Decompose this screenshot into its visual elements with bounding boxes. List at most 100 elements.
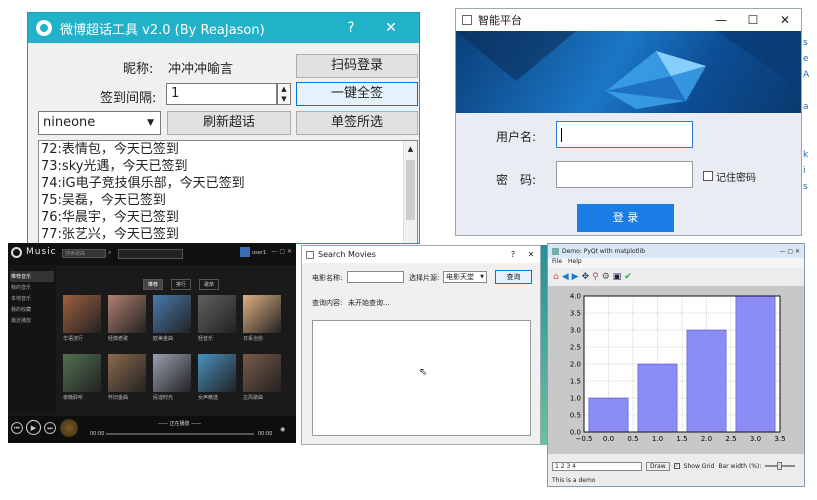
sidebar-item[interactable]: 本地音乐 xyxy=(10,293,54,304)
password-input[interactable] xyxy=(556,161,693,188)
playlist-tile[interactable]: 古风歌曲 xyxy=(243,354,283,401)
sign-all-button[interactable]: 一键全签 xyxy=(296,82,418,106)
side-links: seAakis xyxy=(803,38,810,192)
save-icon[interactable]: ▣ xyxy=(613,272,622,282)
source-select-value: 电影天堂 xyxy=(446,273,474,281)
configure-icon[interactable]: ⚙ xyxy=(602,272,610,282)
music-sidebar: 推荐音乐 我的音乐 本地音乐 我的收藏 最近播放 xyxy=(8,265,56,415)
result-label: 查询内容: xyxy=(312,299,343,307)
query-button[interactable]: 查询 xyxy=(495,270,532,284)
avatar[interactable] xyxy=(240,247,250,257)
window-controls[interactable]: — ▢ ✕ xyxy=(779,248,804,255)
source-select[interactable]: 电影天堂 ▼ xyxy=(443,271,487,283)
check-icon[interactable]: ✔ xyxy=(624,272,632,282)
close-button[interactable]: ✕ xyxy=(371,20,411,36)
maximize-button[interactable]: ☐ xyxy=(737,13,769,27)
app-icon xyxy=(552,247,559,255)
minimize-button[interactable]: — xyxy=(705,13,737,27)
play-icon[interactable]: ▶ xyxy=(26,420,41,435)
values-input[interactable]: 1 2 3 4 xyxy=(552,461,642,471)
bar-chart[interactable]: −0.5 0.0 0.5 1.0 1.5 2.0 2.5 3.0 3.50.00.51.01.5… xyxy=(548,286,804,454)
volume-icon[interactable]: ◉ xyxy=(280,426,285,433)
playlist-tile[interactable]: 日系治愈 xyxy=(243,295,283,342)
menu-help[interactable]: Help xyxy=(568,258,582,268)
x-tick-label: 1.5 xyxy=(676,435,687,443)
scrollbar-thumb[interactable] xyxy=(406,160,415,220)
refresh-topics-button[interactable]: 刷新超话 xyxy=(167,111,291,135)
search-movies-window: Search Movies ? ✕ 电影名称: 选择片源: 电影天堂 ▼ 查询 … xyxy=(301,245,541,445)
bar-width-slider[interactable] xyxy=(765,462,796,470)
sidebar-item[interactable]: 我的音乐 xyxy=(10,282,54,293)
movies-window-title: Search Movies xyxy=(318,250,376,259)
movies-title-bar: Search Movies ? ✕ xyxy=(302,246,540,263)
zoom-icon[interactable]: ⚲ xyxy=(592,272,599,282)
playlist-cover xyxy=(63,354,101,392)
interval-stepper[interactable]: ▲ ▼ xyxy=(277,83,291,105)
playlist-tile[interactable]: 夜晚聆听 xyxy=(63,354,103,401)
playlist-caption: 民谣时光 xyxy=(153,395,174,401)
sidebar-item[interactable]: 我的收藏 xyxy=(10,304,54,315)
playlist-caption: 日系治愈 xyxy=(243,336,264,342)
nickname-value: 冲冲冲喻言 xyxy=(168,62,234,77)
y-tick-label: 3.0 xyxy=(570,327,581,335)
chevron-down-icon: ▼ xyxy=(147,118,154,128)
home-icon[interactable]: ⌂ xyxy=(553,272,559,282)
draw-button[interactable]: Draw xyxy=(646,461,670,471)
upgrade-banner[interactable] xyxy=(118,249,183,259)
next-icon[interactable]: ⏭ xyxy=(44,422,56,434)
playlist-tile[interactable]: 经典老歌 xyxy=(108,295,148,342)
account-select[interactable]: nineone ▼ xyxy=(38,111,161,135)
result-status: 未开始查询... xyxy=(348,299,390,307)
movie-name-input[interactable] xyxy=(347,271,404,283)
music-logo: Music xyxy=(26,247,57,257)
show-grid-checkbox[interactable]: ✓ xyxy=(673,463,680,469)
result-area[interactable]: ⇖ xyxy=(312,320,531,436)
forward-icon[interactable]: ▶ xyxy=(572,272,579,282)
help-button[interactable]: ? xyxy=(504,250,522,259)
progress-bar[interactable] xyxy=(106,433,254,435)
interval-input[interactable]: 1 xyxy=(166,83,277,105)
x-tick-label: 0.0 xyxy=(603,435,614,443)
playlist-tile[interactable]: 怀旧金曲 xyxy=(108,354,148,401)
status-text: This is a demo xyxy=(552,477,596,484)
sidebar-item[interactable]: 最近播放 xyxy=(10,315,54,326)
playlist-tile[interactable]: 轻音乐 xyxy=(198,295,238,342)
help-button[interactable]: ? xyxy=(331,20,371,36)
playlist-tile[interactable]: 华语流行 xyxy=(63,295,103,342)
x-tick-label: 0.5 xyxy=(627,435,638,443)
music-tab[interactable]: 推荐 xyxy=(143,279,164,290)
remember-checkbox[interactable] xyxy=(703,171,713,181)
search-icon[interactable]: ⌕ xyxy=(108,249,111,257)
music-search-input[interactable]: 搜索歌曲 xyxy=(62,249,106,258)
close-button[interactable]: ✕ xyxy=(769,13,801,27)
playlist-tile[interactable]: 女声精选 xyxy=(198,354,238,401)
bar-3 xyxy=(735,295,776,433)
music-top-bar: Music 搜索歌曲 ⌕ user1 — ▢ ✕ xyxy=(8,243,296,265)
bar-0 xyxy=(588,397,629,433)
scan-login-button[interactable]: 扫码登录 xyxy=(296,54,418,78)
remember-label: 记住密码 xyxy=(716,173,756,184)
music-tab[interactable]: 排行 xyxy=(171,279,192,290)
log-scrollbar[interactable]: ▲ xyxy=(403,141,417,243)
y-tick-label: 0.5 xyxy=(570,412,581,420)
music-tab[interactable]: 歌单 xyxy=(199,279,220,290)
music-player-window: Music 搜索歌曲 ⌕ user1 — ▢ ✕ 推荐音乐 我的音乐 本地音乐 我的收… xyxy=(8,243,296,443)
close-button[interactable]: ✕ xyxy=(522,250,540,259)
pan-icon[interactable]: ✥ xyxy=(582,272,590,282)
window-controls[interactable]: — ▢ ✕ xyxy=(271,248,292,255)
x-tick-label: 1.0 xyxy=(652,435,663,443)
playlist-tile[interactable]: 民谣时光 xyxy=(153,354,193,401)
sign-selected-button[interactable]: 单签所选 xyxy=(296,111,418,135)
sign-log-list[interactable]: 72:表情包，今天已签到 73:sky光遇，今天已签到 74:iG电子竞技俱乐部，今… xyxy=(38,140,418,243)
login-button[interactable]: 登 录 xyxy=(577,204,674,232)
time-start: 00:00 xyxy=(90,431,105,437)
sidebar-item[interactable]: 推荐音乐 xyxy=(10,271,54,282)
pyqt-demo-window: Demo: PyQt with matplotlib — ▢ ✕ File He… xyxy=(547,243,805,487)
smart-title-bar: 智能平台 — ☐ ✕ xyxy=(456,9,801,31)
username-input[interactable] xyxy=(556,121,693,148)
playlist-tile[interactable]: 欧美金曲 xyxy=(153,295,193,342)
back-icon[interactable]: ◀ xyxy=(562,272,569,282)
crystal-graphic xyxy=(456,31,801,109)
prev-icon[interactable]: ⏮ xyxy=(11,422,23,434)
menu-file[interactable]: File xyxy=(552,258,562,268)
